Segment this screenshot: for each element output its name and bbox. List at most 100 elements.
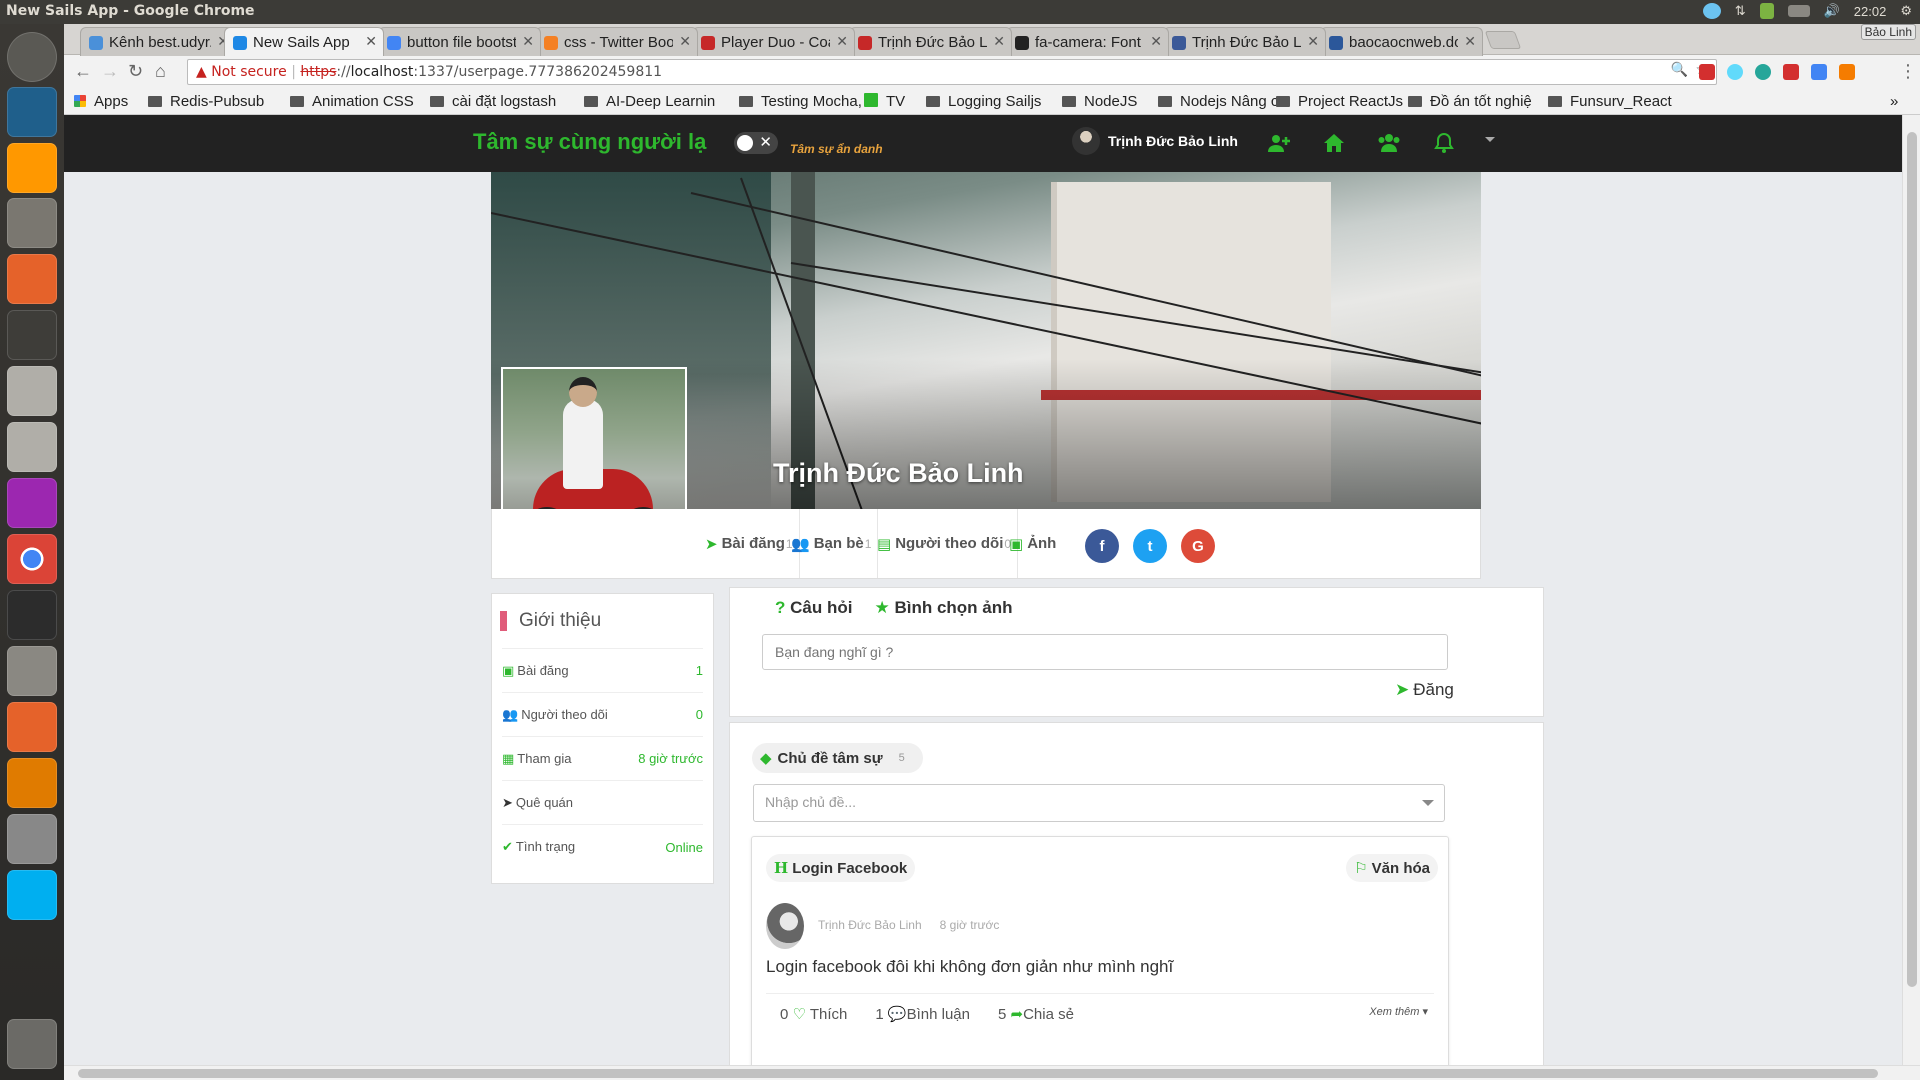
twitter-share-button[interactable]: t [1133,529,1167,563]
new-tab-button[interactable] [1484,31,1522,49]
not-secure-label[interactable]: Not secure [211,64,287,80]
skype-tray-icon[interactable] [1702,3,1721,19]
browser-tab[interactable]: Trịnh Đức Bảo Linh ✕ [1163,27,1326,56]
bookmark-folder[interactable]: Logging Sailjs [926,93,1041,110]
browser-tab[interactable]: Trịnh Đức Bảo Linh ✕ [849,27,1012,56]
bookmarks-overflow-icon[interactable]: » [1890,93,1898,110]
terminal-icon[interactable] [7,590,57,640]
address-bar[interactable]: ▲ Not secure | https://localhost:1337/us… [187,59,1717,85]
translate-icon[interactable] [1811,64,1827,80]
comment-button[interactable]: 1 💬Bình luận [875,1005,970,1023]
post-button[interactable]: ➤ Đăng [1395,680,1454,700]
bookmark-folder[interactable]: TV [864,93,905,110]
tab-close-icon[interactable]: ✕ [679,33,691,50]
bookmark-folder[interactable]: Nodejs Nâng ca [1158,93,1287,110]
browser-tab[interactable]: css - Twitter Bootst ✕ [535,27,698,56]
browser-tab[interactable]: button file bootstra ✕ [378,27,541,56]
mysql-workbench-icon[interactable] [7,87,57,137]
see-more-dropdown[interactable]: Xem thêm ▾ [1369,1005,1428,1018]
horizontal-scrollbar[interactable] [64,1065,1920,1080]
home-icon[interactable]: ⌂ [155,61,166,82]
google-share-button[interactable]: G [1181,529,1215,563]
network-icon[interactable]: ⇅ [1735,3,1746,19]
forward-icon[interactable]: → [101,61,119,82]
bookmark-folder[interactable]: Project ReactJs [1276,93,1403,110]
brand-link[interactable]: Tâm sự cùng người lạ [473,129,706,155]
profile-user-label[interactable]: Bảo Linh [1860,24,1916,40]
tab-close-icon[interactable]: ✕ [836,33,848,50]
tab-followers[interactable]: ▤ Người theo dõi 0 [871,509,1019,578]
zoom-icon[interactable]: 🔍 [1671,62,1688,78]
drive-icon[interactable] [7,366,57,416]
tab-photos[interactable]: ▣ Ảnh [1003,509,1063,578]
browser-tab[interactable]: New Sails App ✕ [224,27,384,56]
caret-down-icon[interactable] [1485,137,1495,142]
add-friend-icon[interactable] [1267,131,1291,155]
anonymous-toggle[interactable]: ✕ [734,132,778,154]
back-icon[interactable]: ← [74,61,92,82]
drive-icon[interactable] [7,422,57,472]
like-button[interactable]: 0 ♡ Thích [780,1005,847,1023]
not-secure-warning-icon[interactable]: ▲ [196,64,211,80]
share-button[interactable]: 5 ➦Chia sẻ [998,1005,1074,1023]
trash-icon[interactable] [7,1019,57,1069]
bookmark-folder[interactable]: Animation CSS [290,93,414,110]
group-icon[interactable] [1377,131,1401,155]
software-center-icon[interactable] [7,254,57,304]
bookmark-folder[interactable]: NodeJS [1062,93,1137,110]
post-tag[interactable]: H Login Facebook [766,854,916,882]
tab-close-icon[interactable]: ✕ [1150,33,1162,50]
nvidia-icon[interactable] [1759,3,1774,19]
xampp-icon[interactable] [7,758,57,808]
clock[interactable]: 22:02 [1854,4,1887,19]
files-icon[interactable] [7,198,57,248]
browser-tab[interactable]: Player Duo - Coachi ✕ [692,27,855,56]
brush-app-icon[interactable] [7,702,57,752]
remmina-icon[interactable] [7,478,57,528]
browser-tab[interactable]: fa-camera: Font Aw ✕ [1006,27,1169,56]
extension-icon[interactable] [1839,64,1855,80]
ubuntu-dash-icon[interactable] [7,32,57,82]
tab-close-icon[interactable]: ✕ [522,33,534,50]
home-icon[interactable] [1322,131,1346,155]
post-category[interactable]: ⚐ Văn hóa [1346,854,1438,882]
tab-question[interactable]: ? Câu hỏi [775,598,852,618]
settings-gear-icon[interactable]: ⚙ [1900,3,1912,19]
camera-app-icon[interactable] [7,814,57,864]
bookmark-folder[interactable]: Testing Mocha, [739,93,862,110]
chrome-menu-icon[interactable]: ⋮ [1899,61,1917,82]
sublime-text-icon[interactable] [7,143,57,193]
vertical-scrollbar[interactable] [1902,115,1920,1065]
browser-tab[interactable]: baocaocnweb.docx ✕ [1320,27,1483,56]
bookmark-folder[interactable]: Đồ án tốt nghiệ [1408,93,1532,110]
bookmark-folder[interactable]: cài đặt logstash [430,93,556,110]
chrome-icon[interactable] [7,534,57,584]
facebook-share-button[interactable]: f [1085,529,1119,563]
volume-icon[interactable]: 🔊 [1824,3,1840,19]
skype-icon[interactable] [7,870,57,920]
tab-photo-vote[interactable]: ★ Bình chọn ảnh [874,598,1012,618]
browser-tab[interactable]: Kênh best.udyr.v✕ [80,27,236,56]
workspace-switcher-icon[interactable] [7,310,57,360]
extension-icon[interactable] [1783,64,1799,80]
battery-icon[interactable] [1787,5,1810,17]
bookmark-folder[interactable]: AI-Deep Learnin [584,93,715,110]
bell-icon[interactable] [1432,131,1456,155]
post-author[interactable]: Trịnh Đức Bảo Linh [818,918,922,932]
bookmark-apps[interactable]: Apps [74,93,128,110]
tab-close-icon[interactable]: ✕ [993,33,1005,50]
reload-icon[interactable]: ↻ [128,61,143,82]
tab-friends[interactable]: 👥 Bạn bè 1 [785,509,879,578]
extension-icon[interactable] [1699,64,1715,80]
tab-close-icon[interactable]: ✕ [1307,33,1319,50]
bookmark-folder[interactable]: Redis-Pubsub [148,93,264,110]
extension-icon[interactable] [1755,64,1771,80]
bookmark-folder[interactable]: Funsurv_React [1548,93,1672,110]
help-icon[interactable] [7,646,57,696]
tab-close-icon[interactable]: ✕ [365,33,377,50]
status-input[interactable] [762,634,1448,670]
nav-user-profile[interactable]: Trịnh Đức Bảo Linh [1072,127,1238,155]
react-devtools-icon[interactable] [1727,64,1743,80]
topic-select[interactable]: Nhập chủ đề... [753,784,1445,822]
avatar[interactable] [766,903,804,949]
